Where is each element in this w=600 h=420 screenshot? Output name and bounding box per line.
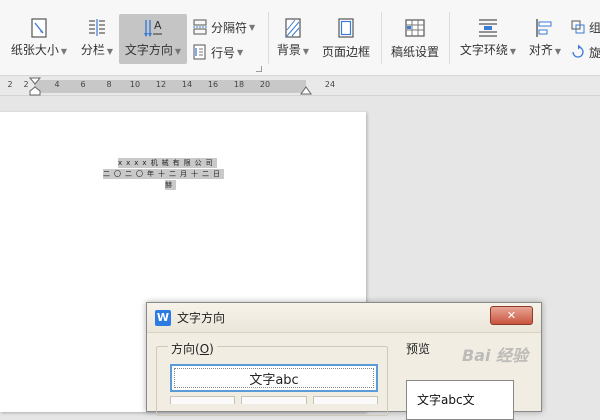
- ribbon-divider: [449, 12, 450, 64]
- date-text: 二〇二〇年十二月十二日: [103, 169, 224, 179]
- ruler-tick-label: 16: [207, 80, 219, 89]
- vertical-direction-option[interactable]: [241, 396, 307, 404]
- text-wrap-icon: [479, 19, 497, 37]
- ribbon-toolbar: 纸张大小 ▼ 分栏 ▼ A 文字方向 ▼ 分隔符 ▼ 行号 ▼ 背景 ▼ 页面边…: [0, 0, 600, 76]
- body-text: 赫: [165, 180, 176, 190]
- rotate-icon: [572, 44, 584, 58]
- line-number-button[interactable]: 行号 ▼: [192, 42, 243, 62]
- rotate-label: 旋: [589, 45, 600, 60]
- baidu-watermark: Bai 经验: [462, 346, 529, 365]
- indent-marker-icon[interactable]: [28, 77, 42, 96]
- chevron-down-icon: ▼: [302, 47, 310, 56]
- svg-text:A: A: [154, 19, 162, 32]
- background-icon: [285, 18, 301, 38]
- line-number-label: 行号: [211, 45, 236, 60]
- group-label: 组: [589, 20, 600, 35]
- vertical-direction-option[interactable]: [312, 396, 378, 404]
- align-button[interactable]: 对齐 ▼: [526, 14, 564, 64]
- vertical-direction-option[interactable]: [170, 396, 236, 404]
- ruler-tick-label: 24: [324, 80, 336, 89]
- background-label: 背景: [276, 43, 301, 57]
- group-expand-icon[interactable]: [256, 66, 262, 72]
- text-wrap-label: 文字环绕: [459, 43, 508, 57]
- ruler-tick-label: 6: [80, 80, 86, 89]
- ruler-tick-label: 4: [54, 80, 60, 89]
- right-indent-marker-icon[interactable]: [300, 85, 312, 95]
- background-button[interactable]: 背景 ▼: [274, 14, 312, 64]
- horizontal-ruler[interactable]: 2 2 4 6 8 10 12 14 16 18 20 24: [0, 77, 600, 96]
- group-button[interactable]: 组: [570, 17, 600, 37]
- columns-label: 分栏: [80, 43, 105, 57]
- ruler-tick-label: 12: [155, 80, 167, 89]
- page-border-label: 页面边框: [321, 45, 370, 59]
- dialog-title: 文字方向: [177, 311, 226, 325]
- page-border-button[interactable]: 页面边框: [318, 14, 374, 64]
- chevron-down-icon: ▼: [249, 22, 256, 32]
- text-wrap-button[interactable]: 文字环绕 ▼: [456, 14, 520, 64]
- chevron-down-icon: ▼: [509, 47, 517, 56]
- separator-button[interactable]: 分隔符 ▼: [192, 17, 255, 37]
- direction-label-suffix: ): [209, 342, 214, 356]
- text-direction-icon: A: [144, 19, 162, 37]
- ruler-tick-label: 2: [7, 80, 13, 89]
- direction-options-row: [170, 396, 378, 404]
- columns-button[interactable]: 分栏 ▼: [76, 14, 118, 64]
- company-name-text: xxxx机械有限公司: [118, 158, 217, 168]
- rotate-button[interactable]: 旋: [570, 42, 600, 62]
- ruler-tick-label: 14: [181, 80, 193, 89]
- text-direction-button[interactable]: A 文字方向 ▼: [119, 14, 187, 64]
- close-icon: ✕: [506, 309, 517, 322]
- paper-size-icon: [31, 18, 47, 38]
- ruler-tick-label: 20: [259, 80, 271, 89]
- preview-box: 文字abc文: [406, 380, 514, 420]
- align-icon: [536, 19, 552, 37]
- separator-icon: [193, 19, 207, 35]
- focus-outline: [174, 368, 374, 388]
- ruler-tick-label: 18: [233, 80, 245, 89]
- close-button[interactable]: ✕: [490, 306, 533, 325]
- ribbon-divider: [381, 12, 382, 64]
- align-label: 对齐: [528, 43, 553, 57]
- ribbon-divider: [268, 12, 269, 64]
- preview-label: 预览: [406, 342, 431, 356]
- text-direction-label: 文字方向: [124, 43, 173, 57]
- separator-label: 分隔符: [211, 20, 248, 35]
- grid-paper-icon: [405, 19, 425, 37]
- grid-paper-label: 稿纸设置: [390, 45, 439, 59]
- direction-access-key: O: [199, 342, 210, 356]
- ruler-tick-label: 10: [129, 80, 141, 89]
- dialog-titlebar[interactable]: W 文字方向 ✕: [147, 303, 541, 333]
- wps-app-icon: W: [155, 309, 171, 326]
- chevron-down-icon: ▼: [60, 47, 68, 56]
- ruler-tick-label: 8: [106, 80, 112, 89]
- paper-size-button[interactable]: 纸张大小 ▼: [8, 14, 70, 64]
- chevron-down-icon: ▼: [106, 47, 114, 56]
- chevron-down-icon: ▼: [174, 47, 182, 56]
- direction-label-text: 方向(: [171, 342, 200, 356]
- group-icon: [571, 20, 585, 34]
- columns-icon: [89, 19, 105, 36]
- direction-group-label: 方向(O): [168, 340, 217, 357]
- page-border-icon: [338, 18, 354, 38]
- paper-size-label: 纸张大小: [10, 43, 59, 57]
- chevron-down-icon: ▼: [237, 47, 244, 57]
- grid-paper-button[interactable]: 稿纸设置: [386, 14, 444, 64]
- chevron-down-icon: ▼: [554, 47, 562, 56]
- horizontal-direction-option[interactable]: 文字abc: [170, 364, 378, 392]
- line-number-icon: [193, 44, 206, 60]
